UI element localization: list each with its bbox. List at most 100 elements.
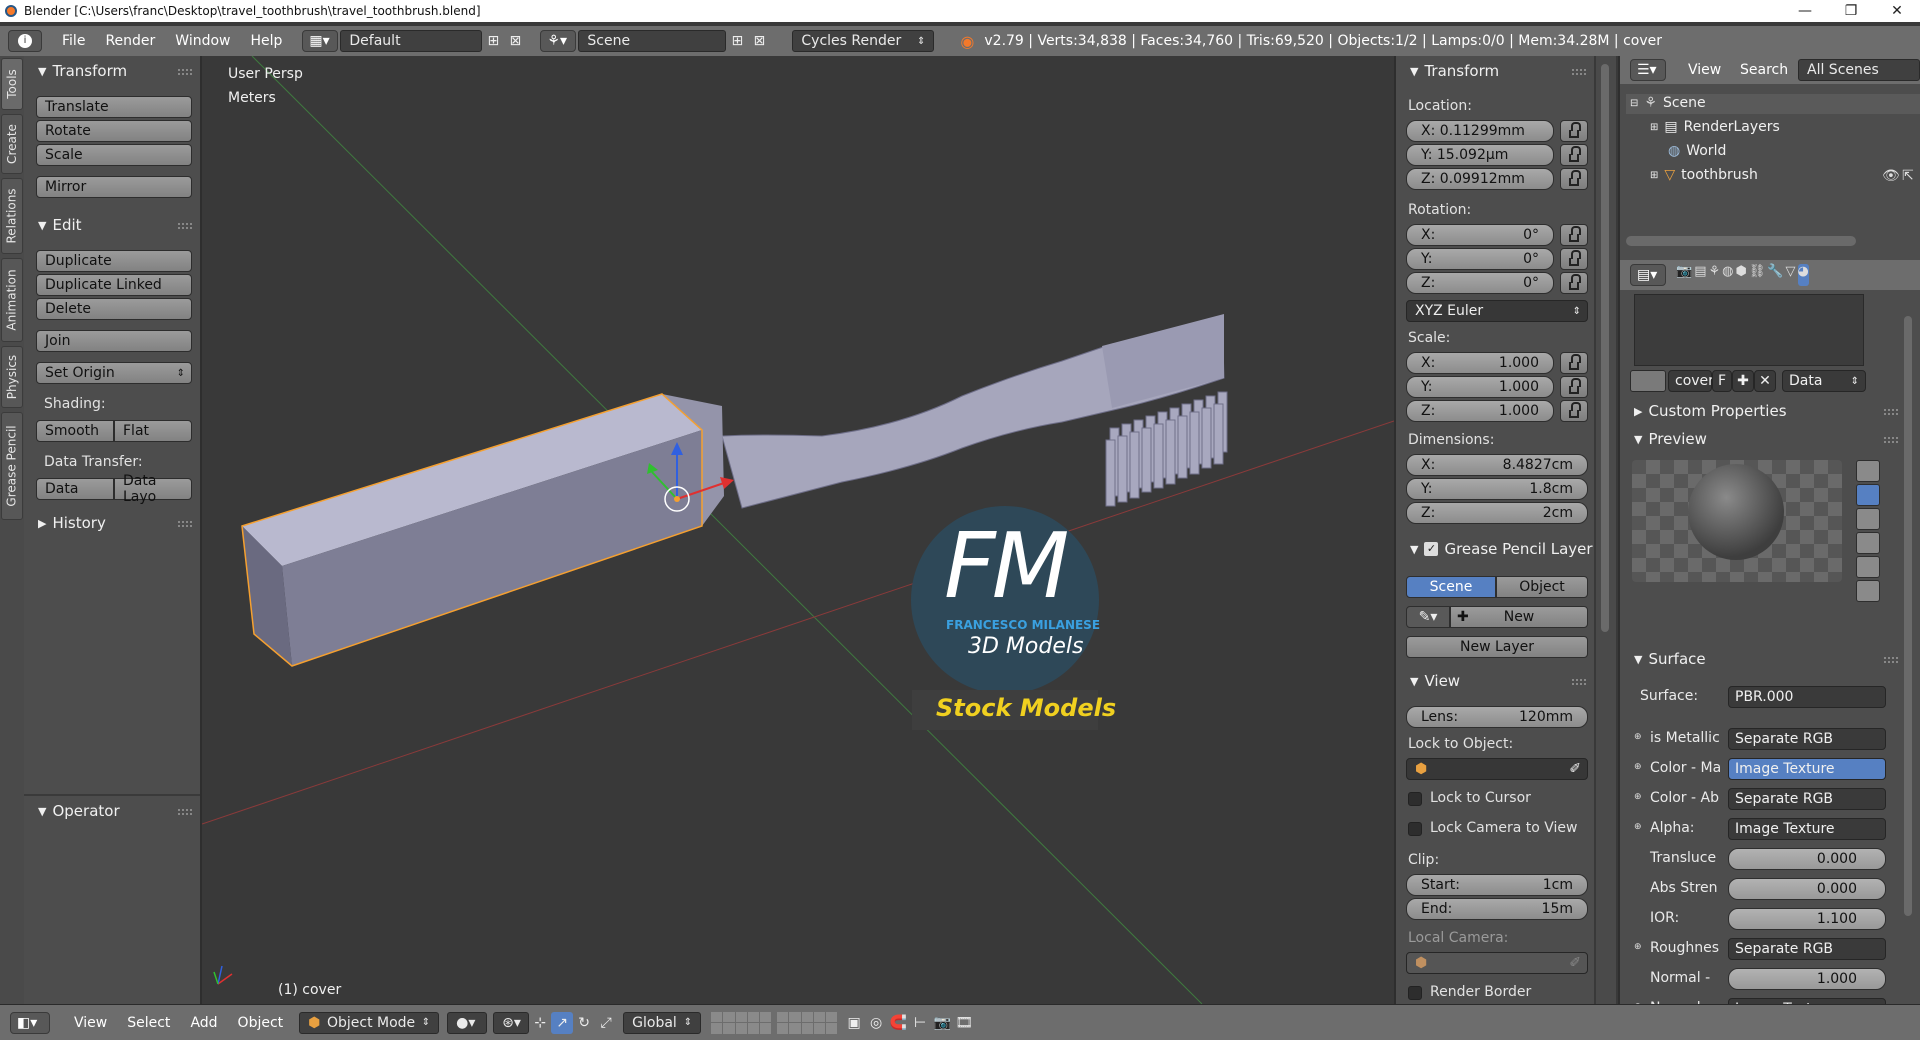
data-transfer-button[interactable]: Data (36, 478, 114, 500)
fake-user-toggle[interactable]: F (1712, 370, 1732, 392)
lock-location-y-icon[interactable] (1560, 144, 1588, 166)
eyedropper-icon[interactable]: ✐ (1569, 761, 1581, 777)
scale-manipulator-icon[interactable]: ⤢ (595, 1012, 617, 1034)
material-slot-list[interactable] (1634, 294, 1864, 366)
transluce-slider[interactable]: 0.000 (1728, 848, 1886, 870)
object-tab-icon[interactable]: ⬢ (1735, 264, 1746, 286)
panel-grip-icon[interactable] (1884, 409, 1898, 415)
mirror-button[interactable]: Mirror (36, 176, 192, 198)
unlink-material-icon[interactable]: ✕ (1754, 370, 1776, 392)
lock-scale-y-icon[interactable] (1560, 376, 1588, 398)
socket-expand-icon[interactable]: ⊕ (1634, 732, 1642, 742)
screen-layout-field[interactable]: Default (340, 30, 483, 52)
custom-properties-header[interactable]: ▶ Custom Properties (1620, 400, 1787, 422)
panel-grip-icon[interactable] (178, 69, 192, 75)
outliner-editor-type-icon[interactable]: ☰▾ (1630, 59, 1666, 81)
scale-button[interactable]: Scale (36, 144, 192, 166)
lock-layers-icon[interactable]: ▣ (843, 1012, 865, 1034)
location-y-field[interactable]: Y: 15.092µm (1406, 144, 1554, 166)
lens-field[interactable]: Lens: 120mm (1406, 706, 1588, 728)
rotate-manipulator-icon[interactable]: ↻ (573, 1012, 595, 1034)
panel-grip-icon[interactable] (178, 223, 192, 229)
clip-end-field[interactable]: End: 15m (1406, 898, 1588, 920)
minimize-button[interactable]: — (1782, 0, 1828, 22)
outliner-scene[interactable]: ⊟ ⚘ Scene (1630, 95, 1706, 111)
alpha-input[interactable]: Image Texture (1728, 818, 1886, 840)
viewport-scene[interactable] (202, 56, 1394, 1004)
menu-add[interactable]: Add (180, 1015, 227, 1031)
screen-layout-icon[interactable]: ▦▾ (302, 30, 339, 52)
editor-type-info-button[interactable]: i (8, 30, 42, 52)
panel-grip-icon[interactable] (178, 521, 192, 527)
panel-grip-icon[interactable] (178, 809, 192, 815)
socket-expand-icon[interactable]: ⊕ (1634, 822, 1642, 832)
tab-create[interactable]: Create (1, 114, 23, 174)
pivot-point-dropdown[interactable]: ⊛▾ (493, 1011, 530, 1034)
outliner-world[interactable]: ◍ World (1668, 143, 1726, 159)
outliner-display-filter[interactable]: All Scenes (1798, 59, 1920, 81)
surface-panel-header[interactable]: ▼ Surface (1620, 648, 1706, 670)
gp-new-button[interactable]: ✚ New (1450, 606, 1588, 628)
preview-header[interactable]: ▼ Preview (1620, 428, 1707, 450)
rotation-y-field[interactable]: Y: 0° (1406, 248, 1554, 270)
shade-flat-button[interactable]: Flat (114, 420, 192, 442)
tab-relations[interactable]: Relations (1, 178, 23, 254)
n-transform-header[interactable]: ▼ Transform (1396, 60, 1499, 82)
view-panel-header[interactable]: ▼ View (1396, 670, 1460, 692)
preview-sphere-icon[interactable] (1856, 484, 1880, 506)
gp-pencil-icon[interactable]: ✎▾ (1406, 606, 1450, 628)
panel-grip-icon[interactable] (1572, 679, 1586, 685)
render-engine-dropdown[interactable]: Cycles Render ⇕ (792, 30, 935, 52)
add-scene-icon[interactable]: ⊞ (726, 30, 748, 52)
render-border-checkbox[interactable] (1408, 986, 1422, 1000)
lock-scale-x-icon[interactable] (1560, 352, 1588, 374)
render-tab-icon[interactable]: 📷 (1676, 264, 1692, 286)
snap-element-icon[interactable]: ⊢ (909, 1012, 931, 1034)
material-tab-icon[interactable]: ◕ (1797, 264, 1809, 286)
preview-flat-icon[interactable] (1856, 460, 1880, 482)
lock-rotation-x-icon[interactable] (1560, 224, 1588, 246)
roughness-input[interactable]: Separate RGB (1728, 938, 1886, 960)
scene-field[interactable]: Scene (578, 30, 727, 52)
lock-rotation-y-icon[interactable] (1560, 248, 1588, 270)
lock-rotation-z-icon[interactable] (1560, 272, 1588, 294)
material-browse-icon[interactable] (1630, 370, 1666, 392)
tab-physics[interactable]: Physics (1, 346, 23, 408)
menu-select[interactable]: Select (117, 1015, 180, 1031)
properties-scrollbar[interactable] (1904, 316, 1912, 916)
clip-start-field[interactable]: Start: 1cm (1406, 874, 1588, 896)
panel-grip-icon[interactable] (1572, 69, 1586, 75)
dimension-y-field[interactable]: Y: 1.8cm (1406, 478, 1588, 500)
remove-scene-icon[interactable]: ⊠ (748, 30, 770, 52)
is-metallic-input[interactable]: Separate RGB (1728, 728, 1886, 750)
maximize-button[interactable]: ❐ (1828, 0, 1874, 22)
history-panel-header[interactable]: ▶ History (24, 512, 106, 534)
editor-type-3dview-icon[interactable]: ◧▾ (10, 1011, 50, 1034)
close-button[interactable]: ✕ (1874, 0, 1920, 22)
rotation-x-field[interactable]: X: 0° (1406, 224, 1554, 246)
shade-smooth-button[interactable]: Smooth (36, 420, 114, 442)
data-layout-button[interactable]: Data Layo (114, 473, 192, 505)
set-origin-dropdown[interactable]: Set Origin ⇕ (36, 362, 192, 384)
world-tab-icon[interactable]: ◍ (1722, 264, 1733, 286)
rotation-z-field[interactable]: Z: 0° (1406, 272, 1554, 294)
surface-shader-field[interactable]: PBR.000 (1728, 686, 1886, 708)
lock-camera-checkbox[interactable] (1408, 822, 1422, 836)
proportional-edit-icon[interactable]: ◎ (865, 1012, 887, 1034)
constraints-tab-icon[interactable]: ⛓ (1749, 264, 1766, 286)
color-ab-input[interactable]: Separate RGB (1728, 788, 1886, 810)
lock-to-object-field[interactable]: ⬢ ✐ (1406, 758, 1588, 780)
material-name-field[interactable]: cover (1668, 370, 1714, 392)
transform-orientation-dropdown[interactable]: Global ⇕ (623, 1011, 702, 1034)
preview-cube-icon[interactable] (1856, 508, 1880, 530)
outliner-toothbrush[interactable]: ⊞ ▽ toothbrush (1650, 167, 1758, 183)
transform-panel-header[interactable]: ▼ Transform (24, 60, 127, 82)
lock-location-z-icon[interactable] (1560, 168, 1588, 190)
lock-location-x-icon[interactable] (1560, 120, 1588, 142)
modifiers-tab-icon[interactable]: 🔧 (1767, 264, 1783, 286)
socket-expand-icon[interactable]: ⊕ (1634, 942, 1642, 952)
new-material-icon[interactable]: ✚ (1732, 370, 1754, 392)
material-link-dropdown[interactable]: Data ⇕ (1782, 370, 1866, 392)
gp-object-toggle[interactable]: Object (1496, 576, 1588, 598)
scale-z-field[interactable]: Z: 1.000 (1406, 400, 1554, 422)
